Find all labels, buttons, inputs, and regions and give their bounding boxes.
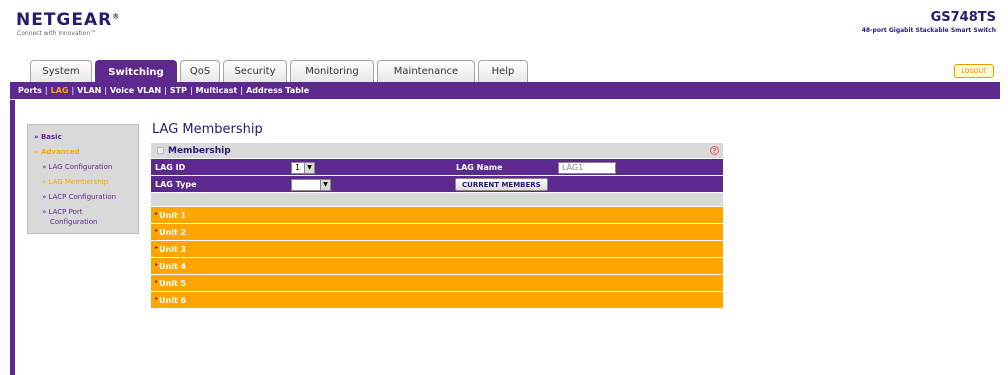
help-icon[interactable]: ? (710, 146, 719, 155)
caret-icon: ▸ (155, 294, 159, 302)
logout-button[interactable]: LOGOUT (954, 64, 994, 78)
lag-id-row: LAG ID 1 ▼ LAG Name LAG1 (151, 158, 723, 175)
subnav-separator: | (164, 86, 167, 95)
panel-title: Membership (168, 145, 231, 156)
unit-row[interactable]: ▸ Unit 3 (151, 240, 723, 257)
collapse-box-icon[interactable] (157, 147, 164, 154)
subnav-address-table[interactable]: Address Table (246, 86, 309, 95)
model-name: GS748TS (930, 10, 996, 25)
left-border (10, 100, 15, 375)
subnav-separator: | (44, 86, 48, 95)
lag-type-select[interactable]: ▼ (291, 179, 331, 191)
menu-lag-membership[interactable]: » LAG Membership (42, 178, 108, 186)
panel-header: Membership ? (151, 143, 723, 158)
unit-row[interactable]: ▸ Unit 4 (151, 257, 723, 274)
subnav-separator: | (240, 86, 244, 95)
tab-qos[interactable]: QoS (180, 60, 220, 82)
subnav-voice-vlan[interactable]: Voice VLAN (110, 86, 161, 95)
subnav-separator: | (71, 86, 75, 95)
tab-maintenance[interactable]: Maintenance (377, 60, 475, 82)
caret-icon: ▸ (155, 243, 159, 251)
menu-lacp-port-configuration[interactable]: » LACP Port (42, 208, 82, 216)
subnav-multicast[interactable]: Multicast (196, 86, 238, 95)
subnav-ports[interactable]: Ports (18, 86, 42, 95)
subnav-vlan[interactable]: VLAN (77, 86, 101, 95)
unit-row[interactable]: ▸ Unit 2 (151, 223, 723, 240)
menu-lacp-configuration[interactable]: » LACP Configuration (42, 193, 116, 201)
lag-name-label: LAG Name (456, 163, 503, 172)
caret-icon: ▸ (155, 226, 159, 234)
current-members-button[interactable]: CURRENT MEMBERS (455, 178, 548, 191)
lag-type-row: LAG Type ▼ CURRENT MEMBERS (151, 175, 723, 192)
tagline: Connect with Innovation™ (17, 30, 97, 37)
main-tabs: System Switching QoS Security Monitoring… (30, 60, 528, 83)
lag-type-label: LAG Type (155, 180, 197, 189)
menu-advanced[interactable]: » Advanced (34, 148, 80, 156)
tab-system[interactable]: System (30, 60, 92, 82)
membership-panel: Membership ? LAG ID 1 ▼ LAG Name LAG1 LA… (151, 143, 723, 308)
chevron-down-icon: ▼ (304, 163, 314, 173)
page-title: LAG Membership (152, 122, 263, 137)
tab-monitoring[interactable]: Monitoring (290, 60, 374, 82)
sub-navigation: Ports | LAG | VLAN | Voice VLAN | STP | … (10, 82, 1000, 99)
caret-icon: ▸ (155, 277, 159, 285)
unit-row[interactable]: ▸ Unit 5 (151, 274, 723, 291)
netgear-logo: NETGEAR® (16, 10, 121, 30)
left-menu: » Basic » Advanced » LAG Configuration »… (27, 124, 139, 234)
subnav-separator: | (104, 86, 108, 95)
subnav-stp[interactable]: STP (170, 86, 187, 95)
menu-lag-configuration[interactable]: » LAG Configuration (42, 163, 112, 171)
unit-row[interactable]: ▸ Unit 1 (151, 206, 723, 223)
caret-icon: ▸ (155, 260, 159, 268)
unit-row[interactable]: ▸ Unit 6 (151, 291, 723, 308)
subnav-lag[interactable]: LAG (51, 86, 69, 95)
lag-id-select[interactable]: 1 ▼ (291, 162, 315, 174)
tab-switching[interactable]: Switching (95, 60, 177, 83)
subnav-separator: | (189, 86, 193, 95)
lag-id-label: LAG ID (155, 163, 186, 172)
tab-help[interactable]: Help (478, 60, 528, 82)
caret-icon: ▸ (155, 209, 159, 217)
menu-lacp-port-configuration-cont[interactable]: Configuration (50, 218, 97, 226)
menu-basic[interactable]: » Basic (34, 133, 62, 141)
lag-id-value: 1 (295, 163, 301, 172)
model-description: 48-port Gigabit Stackable Smart Switch (861, 27, 996, 34)
tab-security[interactable]: Security (223, 60, 287, 82)
lag-name-input[interactable]: LAG1 (558, 162, 616, 174)
chevron-down-icon: ▼ (320, 180, 330, 190)
divider (151, 192, 723, 206)
